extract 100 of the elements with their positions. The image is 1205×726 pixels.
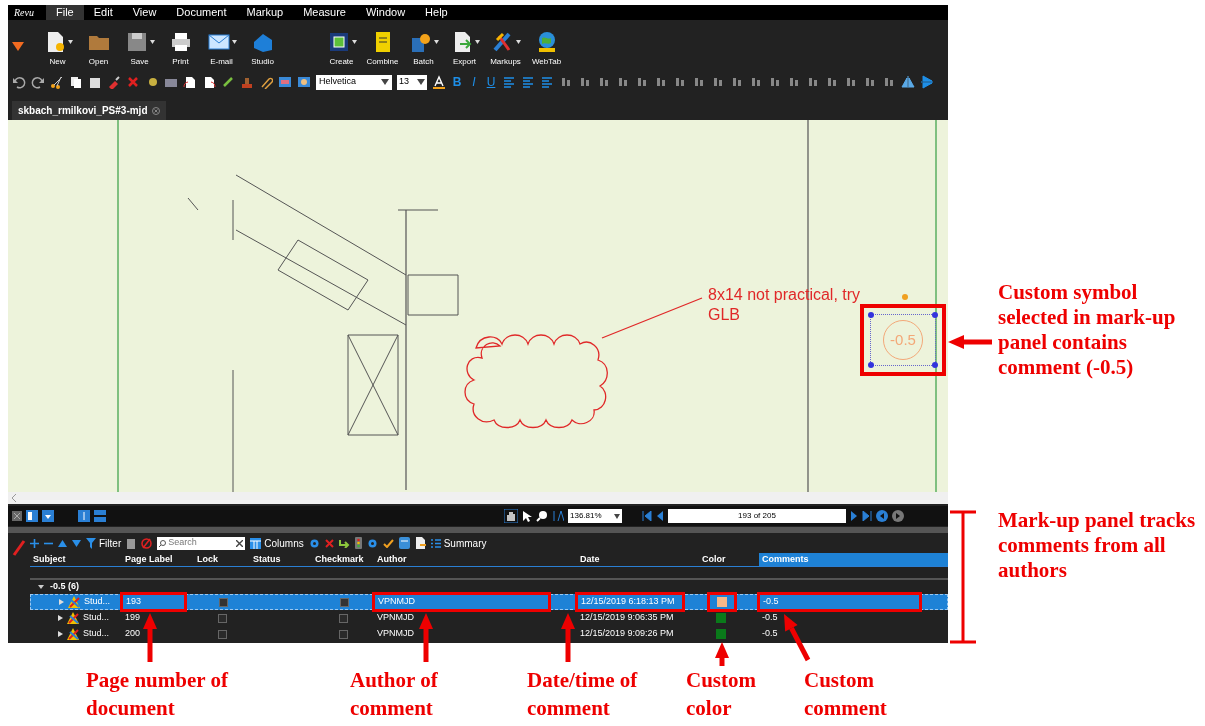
delete-x-icon[interactable] xyxy=(126,75,140,89)
expand-caret-icon[interactable] xyxy=(58,615,63,621)
resize-handle[interactable] xyxy=(868,362,874,368)
split-view-icon[interactable] xyxy=(94,510,106,522)
rotation-handle-icon[interactable] xyxy=(902,294,908,300)
toolbar-button[interactable]: Open xyxy=(78,30,119,68)
resize-handle[interactable] xyxy=(868,312,874,318)
undo-arrow-icon[interactable] xyxy=(12,75,26,89)
toolbar-button[interactable]: Combine xyxy=(362,30,403,68)
checkbox[interactable] xyxy=(339,597,349,607)
copy-icon[interactable] xyxy=(69,75,83,89)
expand-caret-icon[interactable] xyxy=(58,631,63,637)
toolbar-button[interactable]: WebTab xyxy=(526,30,567,68)
markup-row[interactable]: Stud... 193 VPNMJD 12/15/2019 6:18:13 PM -0.5 xyxy=(30,594,948,610)
italic-button[interactable]: I xyxy=(468,73,480,91)
align-bars-icon[interactable] xyxy=(711,75,725,89)
gear-icon[interactable] xyxy=(366,537,378,549)
move-down-icon[interactable] xyxy=(72,539,81,547)
align-bars-icon[interactable] xyxy=(844,75,858,89)
align-bars-icon[interactable] xyxy=(559,75,573,89)
page-rotate-icon[interactable] xyxy=(202,75,216,89)
align-lines-icon[interactable] xyxy=(502,75,516,89)
menu-item[interactable]: Edit xyxy=(83,5,123,20)
markup-row[interactable]: Stud... 200 VPNMJD 12/15/2019 9:09:26 PM -0.5 xyxy=(30,626,948,642)
align-lines-icon[interactable] xyxy=(521,75,535,89)
pen-icon[interactable] xyxy=(12,539,26,557)
checkbox[interactable] xyxy=(338,613,348,623)
align-bars-icon[interactable] xyxy=(616,75,630,89)
clear-filter-icon[interactable] xyxy=(141,537,153,549)
paste-icon[interactable] xyxy=(88,75,102,89)
panel-layout-icon[interactable] xyxy=(26,510,38,522)
toolbar-button[interactable]: New xyxy=(37,30,78,68)
trash-icon[interactable] xyxy=(126,537,137,549)
font-size-dropdown[interactable]: 13 xyxy=(397,74,427,90)
export-document-icon[interactable] xyxy=(414,537,426,549)
back-view-icon[interactable] xyxy=(876,510,888,522)
brush-icon[interactable] xyxy=(107,75,121,89)
toolbar-button[interactable]: Print xyxy=(160,30,201,68)
menu-item[interactable]: View xyxy=(122,5,167,20)
last-page-icon[interactable] xyxy=(862,511,872,521)
clear-search-icon[interactable] xyxy=(236,539,244,547)
checkbox[interactable] xyxy=(217,613,227,623)
checkbox[interactable] xyxy=(218,597,228,607)
align-bars-icon[interactable] xyxy=(863,75,877,89)
column-header[interactable]: Lock xyxy=(194,553,250,566)
redo-arrow-icon[interactable] xyxy=(31,75,45,89)
checkmark-icon[interactable] xyxy=(382,538,394,548)
align-bars-icon[interactable] xyxy=(825,75,839,89)
resize-handle[interactable] xyxy=(932,362,938,368)
zoom-icon[interactable] xyxy=(536,510,548,522)
panel-layout-icon[interactable] xyxy=(42,510,54,522)
menu-item[interactable]: Document xyxy=(166,5,237,20)
flip-icon[interactable] xyxy=(920,75,934,89)
delete-x-icon[interactable] xyxy=(324,538,334,548)
align-bars-icon[interactable] xyxy=(882,75,896,89)
align-bars-icon[interactable] xyxy=(654,75,668,89)
align-bars-icon[interactable] xyxy=(673,75,687,89)
align-bars-icon[interactable] xyxy=(806,75,820,89)
first-page-icon[interactable] xyxy=(642,511,652,521)
columns-button[interactable]: Columns xyxy=(250,535,304,551)
toolbar-button[interactable]: E-mail xyxy=(201,30,242,68)
search-field[interactable]: Search xyxy=(157,536,246,550)
resize-handle[interactable] xyxy=(932,312,938,318)
column-header[interactable]: Comments xyxy=(759,553,948,566)
scissors-icon[interactable] xyxy=(50,75,64,89)
toolbar-button[interactable]: Markups xyxy=(485,30,526,68)
scroll-left-icon[interactable] xyxy=(11,494,17,502)
add-icon[interactable] xyxy=(30,538,39,548)
text-color-icon[interactable] xyxy=(432,75,446,89)
font-dropdown[interactable]: Helvetica xyxy=(316,74,392,90)
menu-item[interactable]: Help xyxy=(415,5,458,20)
menu-item[interactable]: Measure xyxy=(293,5,356,20)
text-select-icon[interactable] xyxy=(552,510,564,522)
traffic-light-icon[interactable] xyxy=(354,537,362,549)
summary-button[interactable]: Summary xyxy=(430,535,487,551)
bold-button[interactable]: B xyxy=(451,73,463,91)
toolbar-button[interactable]: Save xyxy=(119,30,160,68)
checkbox[interactable] xyxy=(338,629,348,639)
pointer-icon[interactable] xyxy=(522,510,532,522)
page-number-field[interactable]: 193 of 205 xyxy=(668,509,846,523)
menu-item[interactable]: Window xyxy=(356,5,416,20)
zoom-dropdown[interactable]: 136.81% xyxy=(568,509,622,523)
filter-button[interactable]: Filter xyxy=(86,535,122,551)
close-panel-icon[interactable] xyxy=(12,511,22,521)
align-bars-icon[interactable] xyxy=(730,75,744,89)
menu-item[interactable]: Markup xyxy=(236,5,294,20)
align-bars-icon[interactable] xyxy=(787,75,801,89)
reply-arrow-icon[interactable] xyxy=(338,538,350,548)
forward-view-icon[interactable] xyxy=(892,510,904,522)
column-header[interactable]: Color xyxy=(699,553,759,566)
paperclip-icon[interactable] xyxy=(259,75,273,89)
menu-item[interactable]: File xyxy=(46,5,84,20)
column-header[interactable]: Subject xyxy=(30,553,122,566)
column-header[interactable]: Checkmark xyxy=(312,553,374,566)
expand-caret-icon[interactable] xyxy=(38,584,44,590)
align-bars-icon[interactable] xyxy=(749,75,763,89)
toolbar-button[interactable]: Export xyxy=(444,30,485,68)
column-header[interactable]: Status xyxy=(250,553,312,566)
stamp-icon[interactable] xyxy=(240,75,254,89)
toolbar-button[interactable]: Batch xyxy=(403,30,444,68)
